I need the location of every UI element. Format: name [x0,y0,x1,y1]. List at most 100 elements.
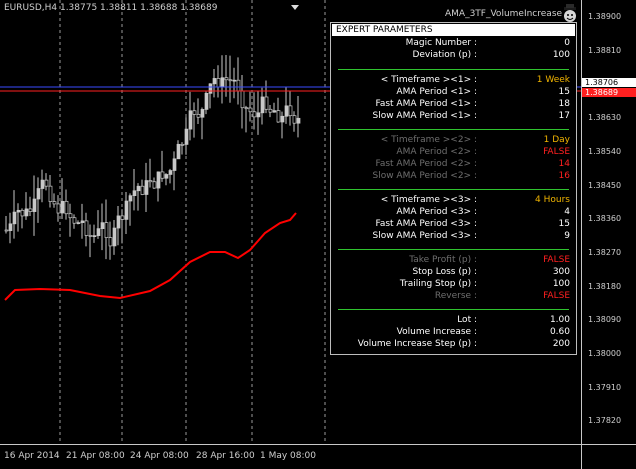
param-row: Volume Increase : 0.60 [331,326,576,338]
time-axis-label: 28 Apr 16:00 [196,451,255,461]
candle-body [120,215,125,220]
price-axis-label: 1.38900 [588,12,622,21]
candle-body [132,190,137,197]
param-label: Slow AMA Period <3> : [372,231,477,241]
panel-title: EXPERT PARAMETERS [332,24,575,36]
candle-body [108,237,113,247]
candle-body [16,209,21,213]
price-axis-label: 1.38180 [588,281,622,291]
candle-body [128,195,133,202]
candle-body [220,77,225,88]
candle-body [164,174,169,179]
param-row: Trailing Stop (p) : 100 [331,278,576,290]
param-value: 17 [558,111,570,121]
price-axis-label: 1.38450 [588,180,622,190]
param-value: FALSE [543,291,570,301]
param-label: < Timeframe ><3> : [380,195,477,205]
panel-separator [338,249,569,250]
param-row: Deviation (p) : 100 [331,49,576,61]
candle-body [236,79,241,92]
param-row: AMA Period <1> : 15 [331,86,576,98]
candle-body [72,217,77,224]
param-value: 9 [564,231,570,241]
param-value: 100 [552,279,570,289]
candle-body [200,109,205,118]
smiley-hat-icon[interactable] [564,4,576,22]
param-value: 15 [558,219,570,229]
param-label: < Timeframe ><1> : [380,75,477,85]
panel-separator [338,189,569,190]
param-row: < Timeframe ><3> : 4 Hours [331,194,576,206]
param-label: < Timeframe ><2> : [380,135,477,145]
candle-body [292,115,297,124]
candle-body [92,235,97,237]
candle-body [20,209,25,217]
param-value: 18 [558,99,570,109]
candle-body [56,203,61,214]
candle-body [208,83,213,94]
symbol-info: EURUSD,H4 1.38775 1.38811 1.38688 1.3868… [4,3,218,13]
candle-body [116,215,121,229]
triangle-down-icon [291,5,299,10]
candle-body [4,229,9,232]
param-row: Slow AMA Period <1> : 17 [331,110,576,122]
candle-body [260,96,265,114]
bid-price-tag: 1.38689 [582,88,636,97]
candle-body [248,107,253,113]
candle-body [96,228,101,236]
param-value: 1 Week [536,75,570,85]
candle-body [160,171,165,179]
price-axis-label: 1.38360 [588,214,622,224]
candle-body [184,128,189,145]
param-row: Slow AMA Period <2> : 16 [331,170,576,182]
candle-body [40,179,45,189]
candle-body [272,110,277,113]
panel-separator [338,69,569,70]
ask-price-tag: 1.38706 [582,78,636,87]
param-row: Fast AMA Period <3> : 15 [331,218,576,230]
candle-body [268,108,273,113]
param-label: Slow AMA Period <2> : [372,171,477,181]
candle-body [136,185,141,192]
candle-body [52,201,57,205]
param-label: Magic Number : [405,38,477,48]
price-axis-label: 1.37820 [588,416,622,426]
candle-body [144,180,149,195]
expert-name-label: AMA_3TF_VolumeIncrease [445,9,563,19]
param-value: FALSE [543,255,570,265]
candle-body [196,113,201,118]
candle-body [48,185,53,202]
param-label: Volume Increase Step (p) : [357,339,477,349]
param-label: Slow AMA Period <1> : [372,111,477,121]
panel-separator [338,309,569,310]
price-axis-label: 1.38540 [588,146,622,156]
candle-body [152,181,157,189]
param-label: Fast AMA Period <3> : [375,219,477,229]
price-axis-label: 1.38810 [588,45,622,55]
param-value: 1 Day [543,135,570,145]
candle-body [140,185,145,195]
candle-body [228,79,233,82]
param-row: Reverse : FALSE [331,290,576,302]
candle-body [192,110,197,115]
param-row: Stop Loss (p) : 300 [331,266,576,278]
param-row: < Timeframe ><1> : 1 Week [331,74,576,86]
candle-body [156,171,161,189]
candlesticks [4,55,301,260]
candle-body [80,220,85,223]
candle-body [172,158,177,171]
param-value: 0 [564,38,570,48]
time-axis-label: 16 Apr 2014 [4,451,60,461]
candle-body [296,117,301,124]
ama-indicator-line [4,212,297,301]
candle-body [204,92,209,110]
param-label: Stop Loss (p) : [412,267,477,277]
param-value: 4 Hours [535,195,570,205]
param-row: Magic Number : 0 [331,37,576,49]
param-value: 14 [558,159,570,169]
candle-body [148,180,153,183]
param-row: Take Profit (p) : FALSE [331,254,576,266]
param-row: AMA Period <2> : FALSE [331,146,576,158]
price-axis-label: 1.38270 [588,247,622,257]
candle-body [188,110,193,130]
